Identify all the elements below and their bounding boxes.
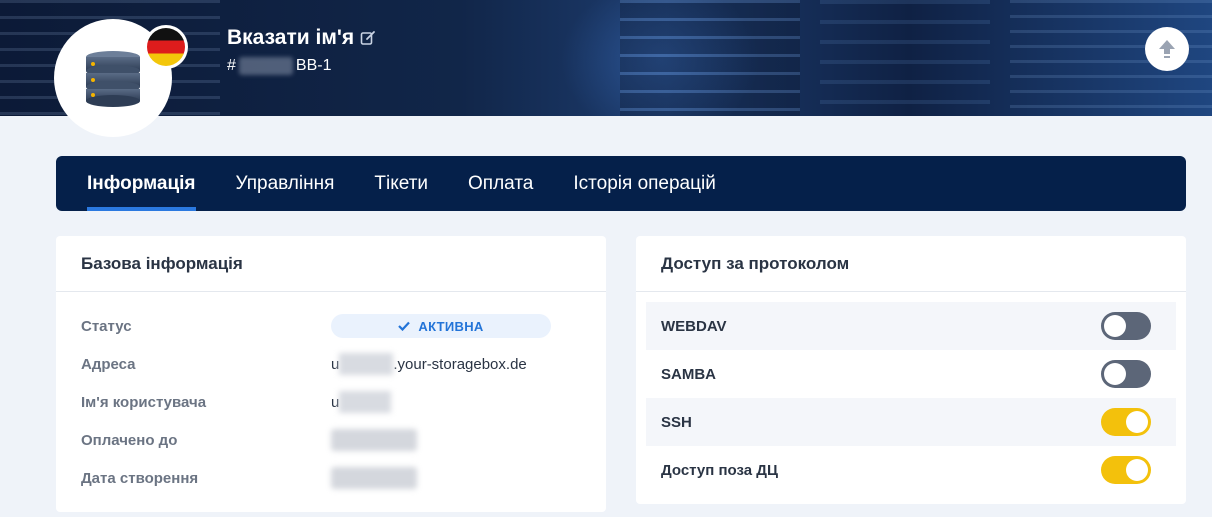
basic-info-title: Базова інформація [56,236,606,292]
protocol-row-ssh: SSH [646,398,1176,446]
flag-icon [147,28,185,66]
redacted-date [331,429,417,451]
protocol-row-external-access: Доступ поза ДЦ [646,446,1176,494]
username-label: Ім'я користувача [81,393,207,411]
paid-until-row: Оплачено до [81,428,417,452]
redacted-username [339,391,392,413]
tab-tickets[interactable]: Тікети [374,156,428,211]
protocol-label: WEBDAV [661,317,727,335]
status-value: АКТИВНА [418,318,484,334]
tab-information[interactable]: Інформація [87,156,196,211]
toggle-knob [1126,411,1148,433]
toggle-knob [1104,315,1126,337]
webdav-toggle[interactable] [1101,312,1151,340]
check-icon [398,321,411,331]
redacted-date [331,467,417,489]
status-label: Статус [81,317,132,335]
status-row: Статус АКТИВНА [81,314,551,338]
address-prefix: u [331,355,340,373]
paid-until-label: Оплачено до [81,431,178,449]
server-rack-decoration [820,0,990,116]
created-value [331,467,417,489]
username-prefix: u [331,393,340,411]
redacted-id [238,57,293,75]
redacted-address [339,353,394,375]
service-name-row: Вказати ім'я [227,26,376,50]
toggle-knob [1104,363,1126,385]
service-name[interactable]: Вказати ім'я [227,26,354,50]
tab-management[interactable]: Управління [236,156,335,211]
protocol-label: SSH [661,413,692,431]
created-label: Дата створення [81,469,199,487]
protocol-label: SAMBA [661,365,716,383]
protocol-row-samba: SAMBA [646,350,1176,398]
tab-bar: Інформація Управління Тікети Оплата Істо… [56,156,1186,211]
created-row: Дата створення [81,466,417,490]
country-flag-germany [144,25,188,69]
service-id-suffix: BB-1 [295,57,332,74]
tab-operation-history[interactable]: Історія операцій [573,156,715,211]
external-access-toggle[interactable] [1101,456,1151,484]
samba-toggle[interactable] [1101,360,1151,388]
username-value[interactable]: u [331,391,392,413]
tab-payment[interactable]: Оплата [468,156,533,211]
paid-until-value [331,429,417,451]
address-label: Адреса [81,355,136,373]
address-suffix: .your-storagebox.de [393,355,527,373]
protocol-label: Доступ поза ДЦ [661,461,778,479]
service-id-prefix: # [227,57,236,74]
server-rack-decoration [620,0,800,116]
username-row: Ім'я користувача u [81,390,392,414]
toggle-knob [1126,459,1148,481]
protocol-access-card: Доступ за протоколом WEBDAV SAMBA SSH До… [636,236,1186,504]
protocol-row-webdav: WEBDAV [646,302,1176,350]
ssh-toggle[interactable] [1101,408,1151,436]
address-row: Адреса u .your-storagebox.de [81,352,527,376]
arrow-up-icon [1159,40,1175,58]
service-id: # BB-1 [227,57,331,75]
database-icon [86,51,140,107]
status-badge: АКТИВНА [331,314,551,338]
protocol-access-title: Доступ за протоколом [636,236,1186,292]
basic-info-card: Базова інформація Статус АКТИВНА Адреса … [56,236,606,512]
scroll-up-button[interactable] [1145,27,1189,71]
address-value[interactable]: u .your-storagebox.de [331,353,527,375]
edit-icon[interactable] [360,30,376,46]
